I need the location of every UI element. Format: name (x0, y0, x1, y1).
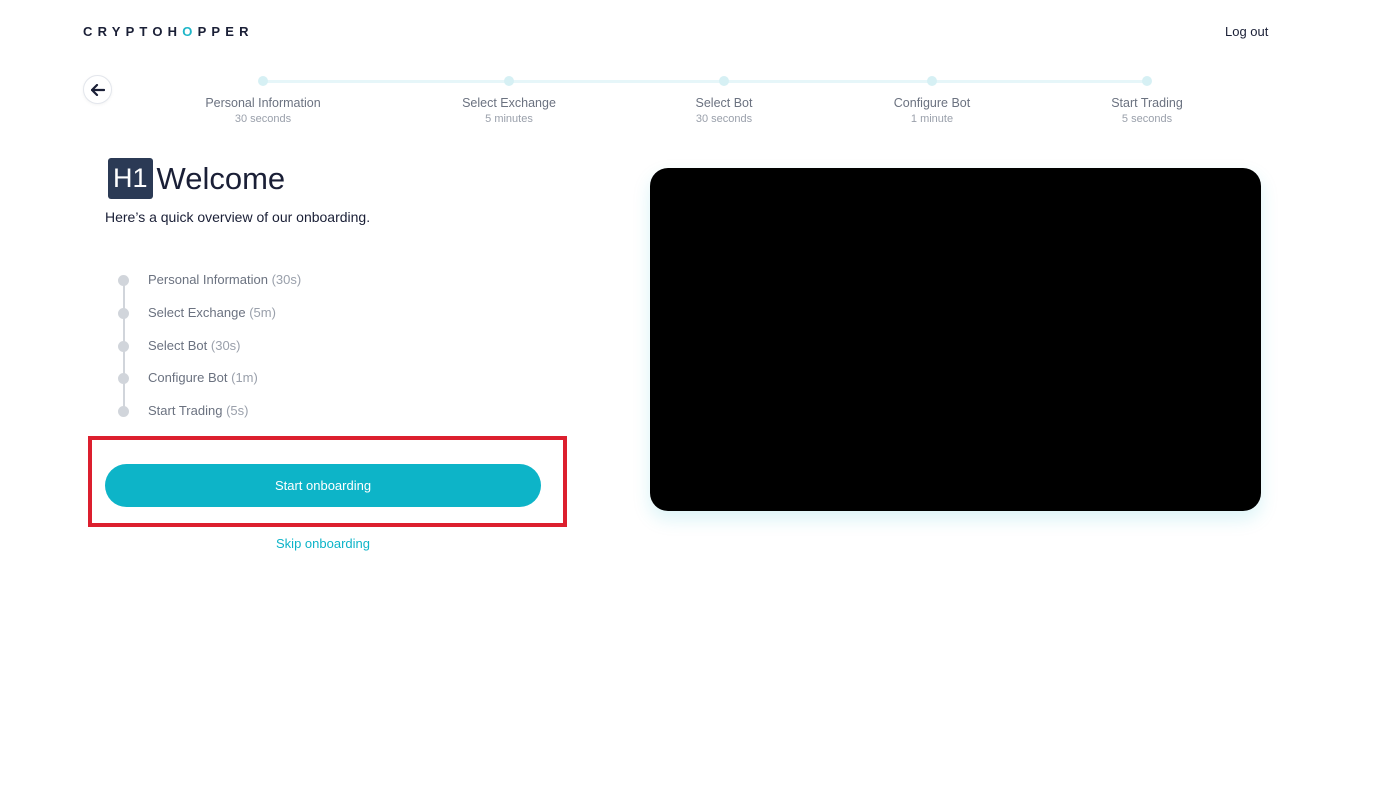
timeline-dot (118, 373, 129, 385)
stepper-step-label: Select Bot (695, 96, 753, 110)
skip-onboarding-link[interactable]: Skip onboarding (105, 536, 541, 551)
stepper-step-duration: 1 minute (910, 113, 954, 125)
overview-label: Select Bot (148, 337, 208, 353)
stepper-step-label: Configure Bot (893, 96, 971, 110)
stepper-step-duration: 30 seconds (234, 113, 292, 125)
timeline-dot (118, 406, 129, 417)
stepper-step-label: Personal Information (205, 96, 321, 110)
stepper-dot (719, 76, 729, 86)
timeline-dot (118, 275, 129, 286)
overview-label: Select Exchange (148, 304, 246, 320)
page-subtitle: Here’s a quick overview of our onboardin… (105, 209, 371, 225)
overview-time: (5s) (226, 403, 249, 418)
stepper-step-label: Select Exchange (462, 96, 556, 110)
stepper-step-select-bot: Select Bot 30 seconds (634, 76, 814, 125)
welcome-title: Welcome (156, 160, 286, 196)
overview-label: Personal Information (148, 272, 268, 287)
stepper-step-personal-information: Personal Information 30 seconds (173, 76, 353, 125)
overview-time: (30s) (210, 337, 241, 353)
overview-time: (30s) (271, 272, 302, 287)
start-onboarding-button[interactable]: Start onboarding (105, 464, 541, 507)
stepper-step-start-trading: Start Trading 5 seconds (1057, 76, 1237, 125)
stepper-dot (1142, 76, 1152, 86)
timeline-dot (118, 340, 129, 352)
overview-label: Configure Bot (148, 370, 228, 386)
h1-badge: H1 (108, 158, 153, 199)
stepper-step-select-exchange: Select Exchange 5 minutes (419, 76, 599, 125)
stepper-dot (927, 76, 937, 86)
back-button[interactable] (83, 75, 112, 104)
page-title: H1 Welcome (108, 158, 285, 199)
stepper-step-label: Start Trading (1111, 96, 1183, 110)
overview-time: (5m) (249, 304, 276, 320)
stepper-step-duration: 30 seconds (695, 113, 753, 125)
onboarding-stepper: Personal Information 30 seconds Select E… (0, 0, 1378, 130)
stepper-step-duration: 5 seconds (1121, 113, 1173, 125)
overview-label: Start Trading (148, 403, 223, 418)
arrow-left-icon (90, 83, 105, 96)
timeline-dot (118, 307, 129, 319)
stepper-step-configure-bot: Configure Bot 1 minute (842, 76, 1022, 125)
stepper-step-duration: 5 minutes (485, 113, 533, 125)
overview-time: (1m) (231, 370, 258, 386)
video-player[interactable] (650, 168, 1261, 511)
stepper-dot (504, 76, 514, 86)
stepper-dot (258, 76, 268, 86)
